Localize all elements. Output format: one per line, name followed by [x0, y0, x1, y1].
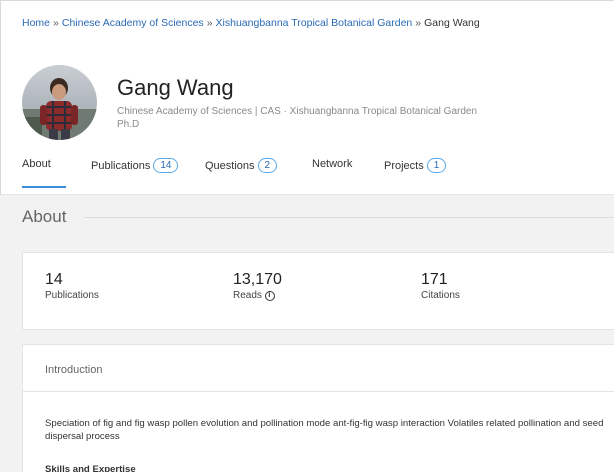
introduction-text: Speciation of fig and fig wasp pollen ev…	[45, 418, 604, 442]
profile-degree: Ph.D	[117, 119, 140, 130]
stat-value: 171	[421, 271, 448, 288]
stat-citations[interactable]: 171 Citations	[421, 271, 460, 301]
introduction-card: Introduction Speciation of fig and fig w…	[22, 344, 614, 472]
tab-about[interactable]: About	[22, 158, 51, 170]
stat-value: 13,170	[233, 271, 282, 288]
breadcrumb-current: Gang Wang	[424, 17, 480, 29]
tab-label: Network	[312, 158, 353, 170]
tab-publications[interactable]: Publications 14	[91, 158, 179, 173]
tab-network[interactable]: Network	[312, 158, 352, 170]
questions-count-badge: 2	[257, 158, 278, 173]
stat-label: Publications	[45, 290, 99, 301]
breadcrumb-home[interactable]: Home	[22, 17, 50, 29]
tab-label: Publications	[91, 159, 151, 172]
breadcrumb-institution[interactable]: Chinese Academy of Sciences	[62, 17, 204, 29]
about-title: About	[22, 207, 67, 226]
tab-label: About	[22, 158, 51, 170]
about-section-header: About	[0, 194, 614, 240]
skills-heading: Skills and Expertise	[45, 464, 136, 472]
projects-count-badge: 1	[426, 158, 447, 173]
card-divider	[23, 391, 614, 392]
breadcrumb-separator: »	[415, 17, 422, 29]
stat-reads[interactable]: 13,170 Reads	[233, 271, 282, 301]
publications-count-badge: 14	[153, 158, 179, 173]
breadcrumb-separator: »	[206, 17, 213, 29]
tab-label: Questions	[205, 159, 255, 172]
profile-tabs: About Publications 14 Questions 2 Networ…	[0, 150, 614, 188]
avatar-photo	[22, 65, 97, 140]
tab-questions[interactable]: Questions 2	[205, 158, 278, 173]
breadcrumb-department[interactable]: Xishuangbanna Tropical Botanical Garden	[216, 17, 413, 29]
info-icon[interactable]	[264, 290, 275, 301]
profile-affiliation[interactable]: Chinese Academy of Sciences | CAS · Xish…	[117, 106, 477, 117]
profile-name: Gang Wang	[117, 75, 234, 100]
stat-publications[interactable]: 14 Publications	[45, 271, 99, 301]
breadcrumb: Home» Chinese Academy of Sciences» Xishuan…	[22, 17, 480, 29]
section-divider	[84, 217, 614, 218]
avatar[interactable]	[22, 65, 97, 140]
introduction-heading: Introduction	[45, 364, 103, 376]
tab-projects[interactable]: Projects 1	[384, 158, 447, 173]
breadcrumb-separator: »	[53, 17, 59, 29]
background-band	[0, 240, 22, 472]
background-band	[0, 240, 614, 252]
stat-label: Reads	[233, 290, 262, 301]
tab-label: Projects	[384, 159, 424, 172]
active-tab-indicator	[22, 186, 66, 188]
background-band	[0, 330, 614, 344]
stat-value: 14	[45, 271, 63, 288]
stats-card: 14 Publications 13,170 Reads 171 Citatio…	[22, 252, 614, 330]
stat-label: Citations	[421, 290, 460, 301]
